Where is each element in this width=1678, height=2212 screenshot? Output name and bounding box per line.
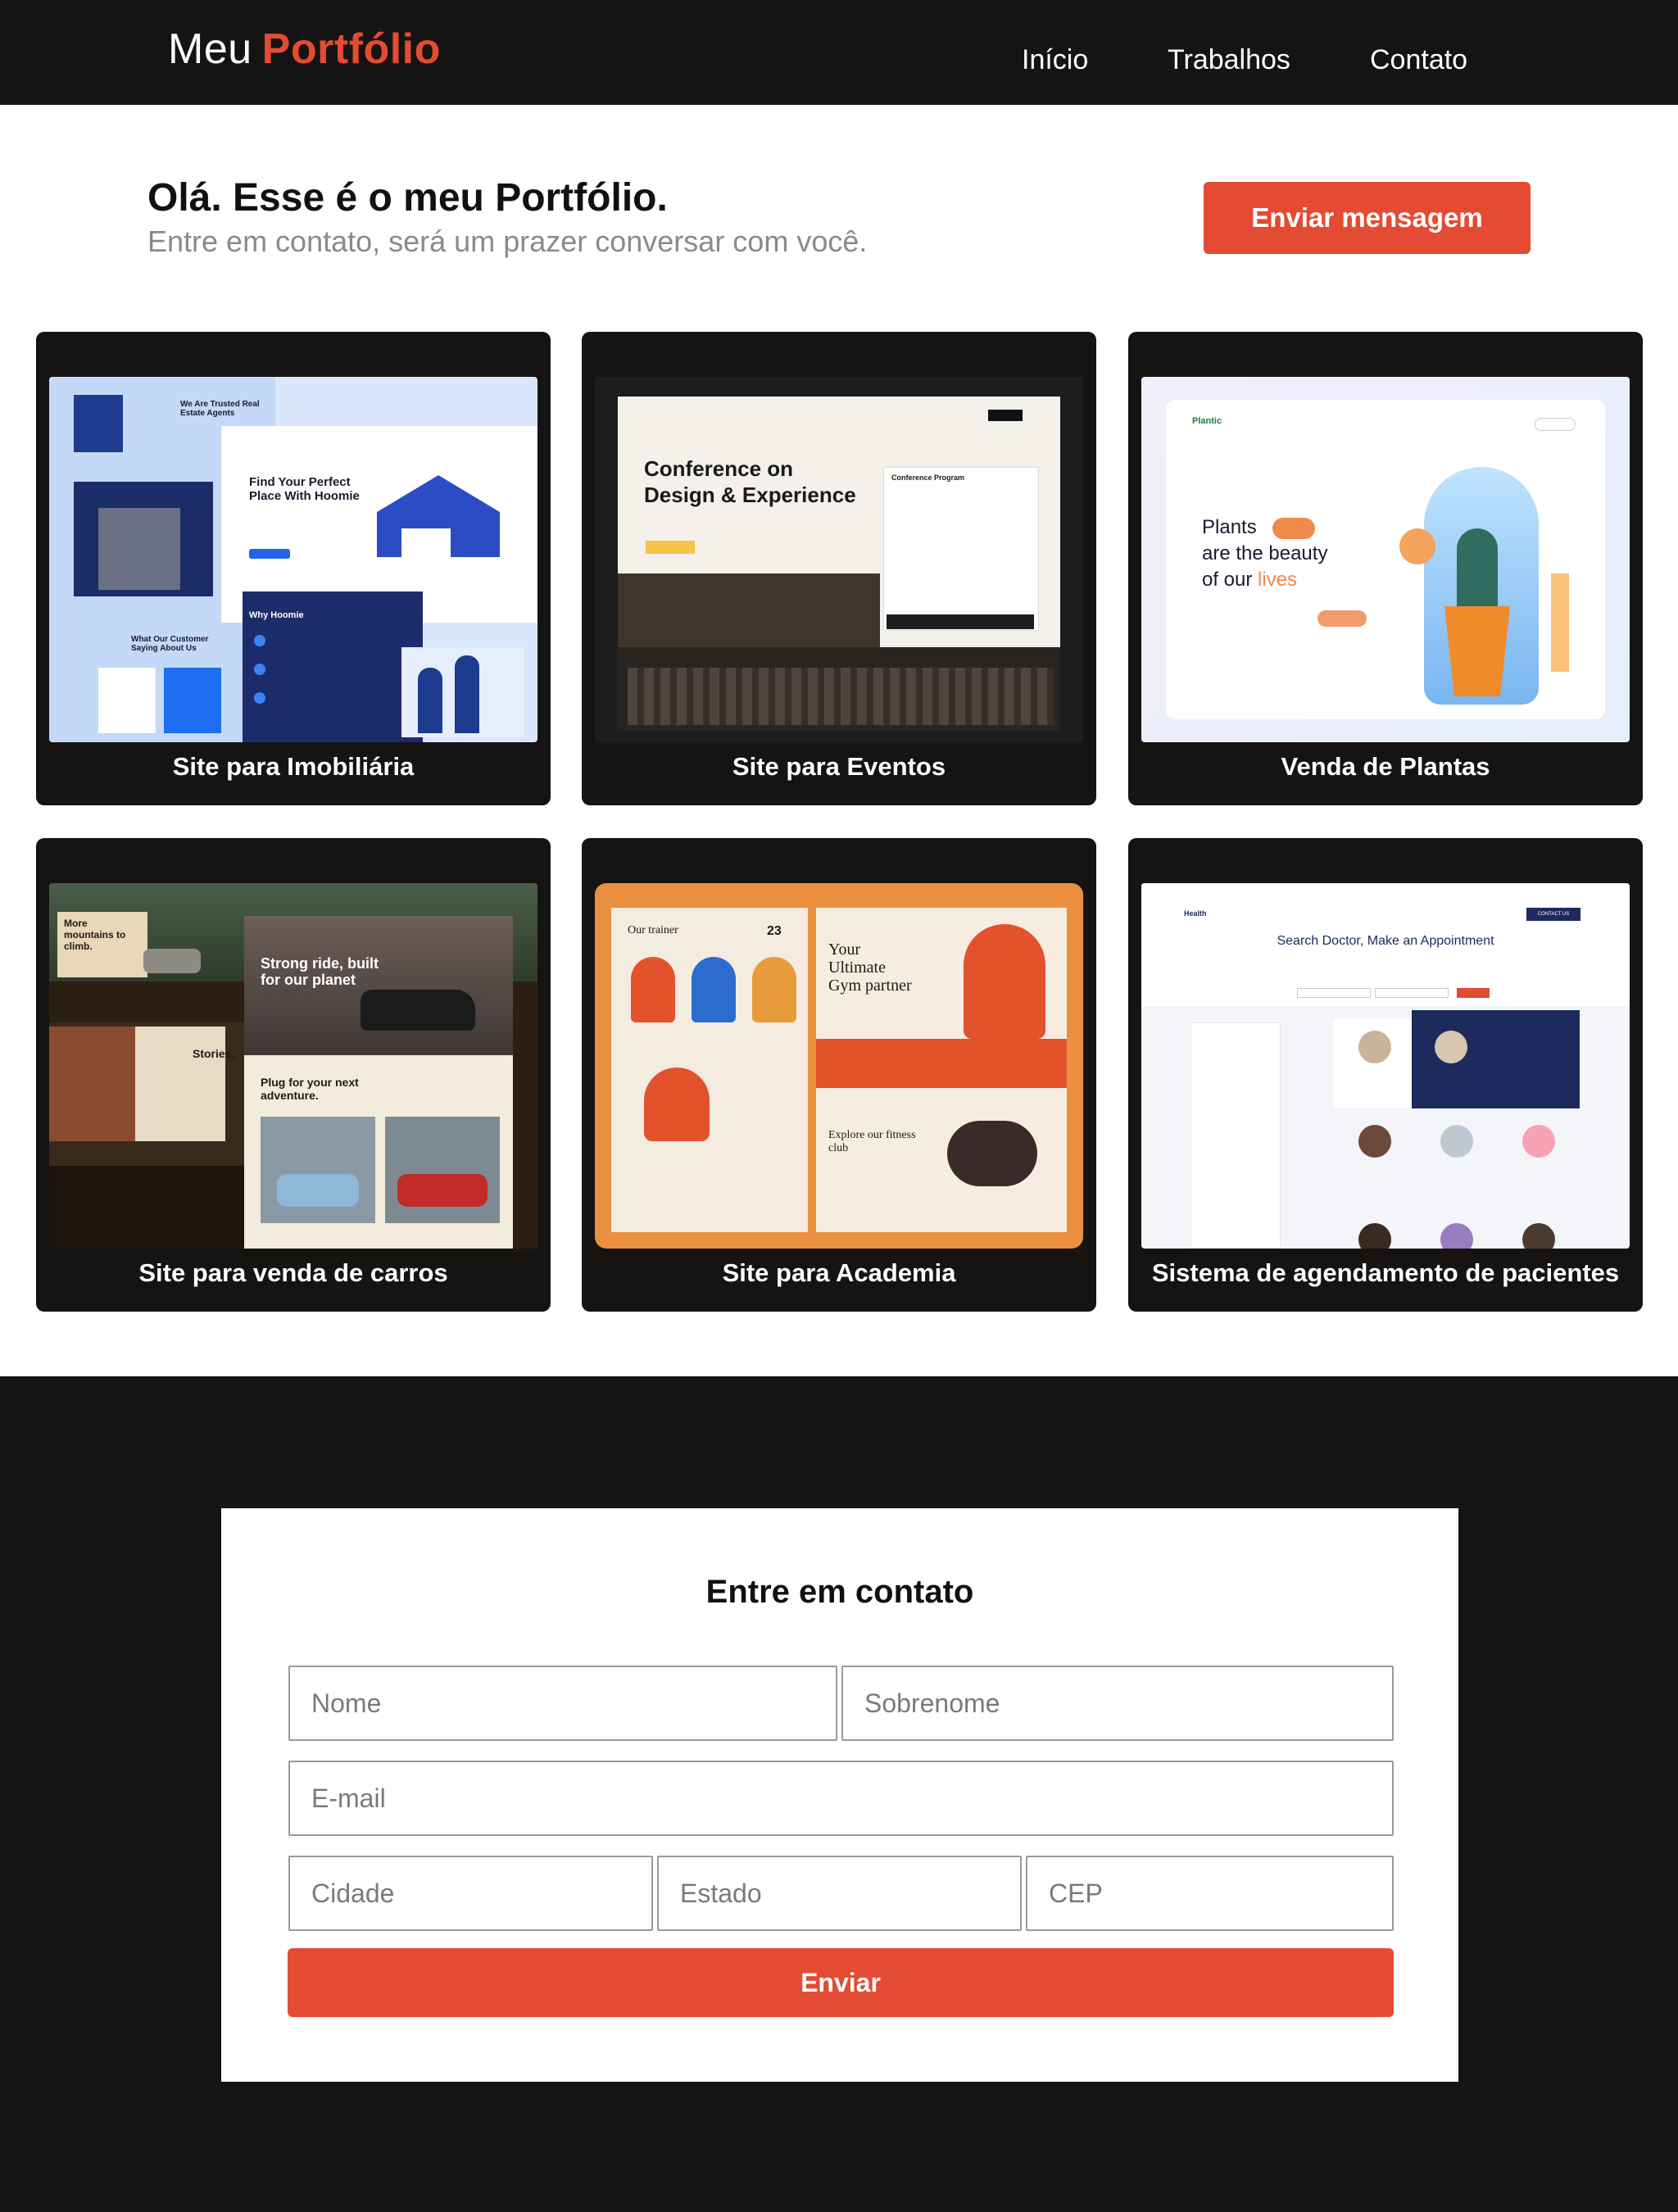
project-card-eventos[interactable]: Conference on Design & Experience Confer… bbox=[582, 332, 1096, 805]
thumb-text-line: are the beauty bbox=[1202, 542, 1328, 564]
logo-prefix: Meu bbox=[168, 25, 252, 73]
project-card-carros[interactable]: More mountains to climb. Strong ride, bu… bbox=[36, 838, 551, 1312]
project-card-imobiliaria[interactable]: We Are Trusted Real Estate Agents Find Y… bbox=[36, 332, 551, 805]
thumb-text: Plug for your next adventure. bbox=[261, 1076, 359, 1102]
project-card-academia[interactable]: Our trainer 23 Your Ultimate Gym partner… bbox=[582, 838, 1096, 1312]
nav-inicio[interactable]: Início bbox=[1022, 44, 1088, 76]
thumb-text: 23 bbox=[767, 924, 782, 938]
project-title: Sistema de agendamento de pacientes bbox=[1151, 1258, 1620, 1287]
project-thumbnail: Our trainer 23 Your Ultimate Gym partner… bbox=[595, 883, 1083, 1249]
project-thumbnail: Plantic Plants are the beauty of our liv… bbox=[1141, 377, 1630, 742]
project-title: Venda de Plantas bbox=[1281, 752, 1490, 781]
thumb-text: Your Ultimate Gym partner bbox=[828, 941, 912, 995]
hero-subtitle: Entre em contato, será um prazer convers… bbox=[147, 224, 868, 258]
thumb-text: Strong ride, built for our planet bbox=[261, 955, 379, 988]
thumb-text: More mountains to climb. bbox=[64, 918, 126, 952]
thumb-text-accent: lives bbox=[1258, 569, 1298, 591]
city-field[interactable] bbox=[288, 1856, 653, 1931]
zip-field[interactable] bbox=[1026, 1856, 1394, 1931]
thumb-text: Search Doctor, Make an Appointment bbox=[1277, 934, 1494, 948]
thumb-text: Stories. bbox=[193, 1047, 235, 1060]
state-field[interactable] bbox=[657, 1856, 1022, 1931]
submit-button[interactable]: Enviar bbox=[288, 1948, 1394, 2017]
email-field[interactable] bbox=[288, 1761, 1394, 1836]
project-thumbnail: Health CONTACT US Search Doctor, Make an… bbox=[1141, 883, 1630, 1249]
thumb-text: Health bbox=[1184, 909, 1207, 918]
project-thumbnail: Conference on Design & Experience Confer… bbox=[595, 377, 1083, 742]
project-title: Site para Academia bbox=[722, 1258, 956, 1287]
hero-title: Olá. Esse é o meu Portfólio. bbox=[147, 176, 668, 220]
thumb-text: What Our Customer Saying About Us bbox=[131, 635, 209, 653]
nav-contato[interactable]: Contato bbox=[1370, 44, 1467, 76]
thumb-text: Conference Program bbox=[891, 474, 965, 482]
thumb-text: Find Your Perfect Place With Hoomie bbox=[249, 475, 360, 503]
thumb-text: We Are Trusted Real Estate Agents bbox=[180, 400, 260, 418]
thumb-text: Why Hoomie bbox=[249, 610, 304, 620]
site-logo[interactable]: Meu Portfólio bbox=[168, 25, 441, 74]
thumb-text: CONTACT US bbox=[1526, 908, 1580, 921]
logo-accent: Portfólio bbox=[261, 25, 441, 73]
contact-form: Entre em contato Enviar bbox=[221, 1508, 1458, 2082]
project-card-plantas[interactable]: Plantic Plants are the beauty of our liv… bbox=[1128, 332, 1643, 805]
thumb-text-line: of our bbox=[1202, 569, 1253, 591]
project-title: Site para Eventos bbox=[732, 752, 946, 781]
first-name-field[interactable] bbox=[288, 1666, 837, 1741]
thumb-text: Our trainer bbox=[628, 924, 678, 936]
thumb-text: Explore our fitness club bbox=[828, 1129, 916, 1154]
project-card-pacientes[interactable]: Health CONTACT US Search Doctor, Make an… bbox=[1128, 838, 1643, 1312]
nav-trabalhos[interactable]: Trabalhos bbox=[1168, 44, 1290, 76]
project-title: Site para Imobiliária bbox=[172, 752, 415, 781]
project-thumbnail: We Are Trusted Real Estate Agents Find Y… bbox=[49, 377, 537, 742]
top-navbar: Meu Portfólio Início Trabalhos Contato bbox=[0, 0, 1678, 105]
thumb-text: Plantic bbox=[1192, 416, 1222, 426]
project-thumbnail: More mountains to climb. Strong ride, bu… bbox=[49, 883, 537, 1249]
thumb-text: Conference on Design & Experience bbox=[644, 456, 856, 507]
last-name-field[interactable] bbox=[841, 1666, 1394, 1741]
contact-title: Entre em contato bbox=[705, 1574, 974, 1610]
send-message-button[interactable]: Enviar mensagem bbox=[1204, 182, 1531, 254]
project-title: Site para venda de carros bbox=[138, 1258, 448, 1287]
